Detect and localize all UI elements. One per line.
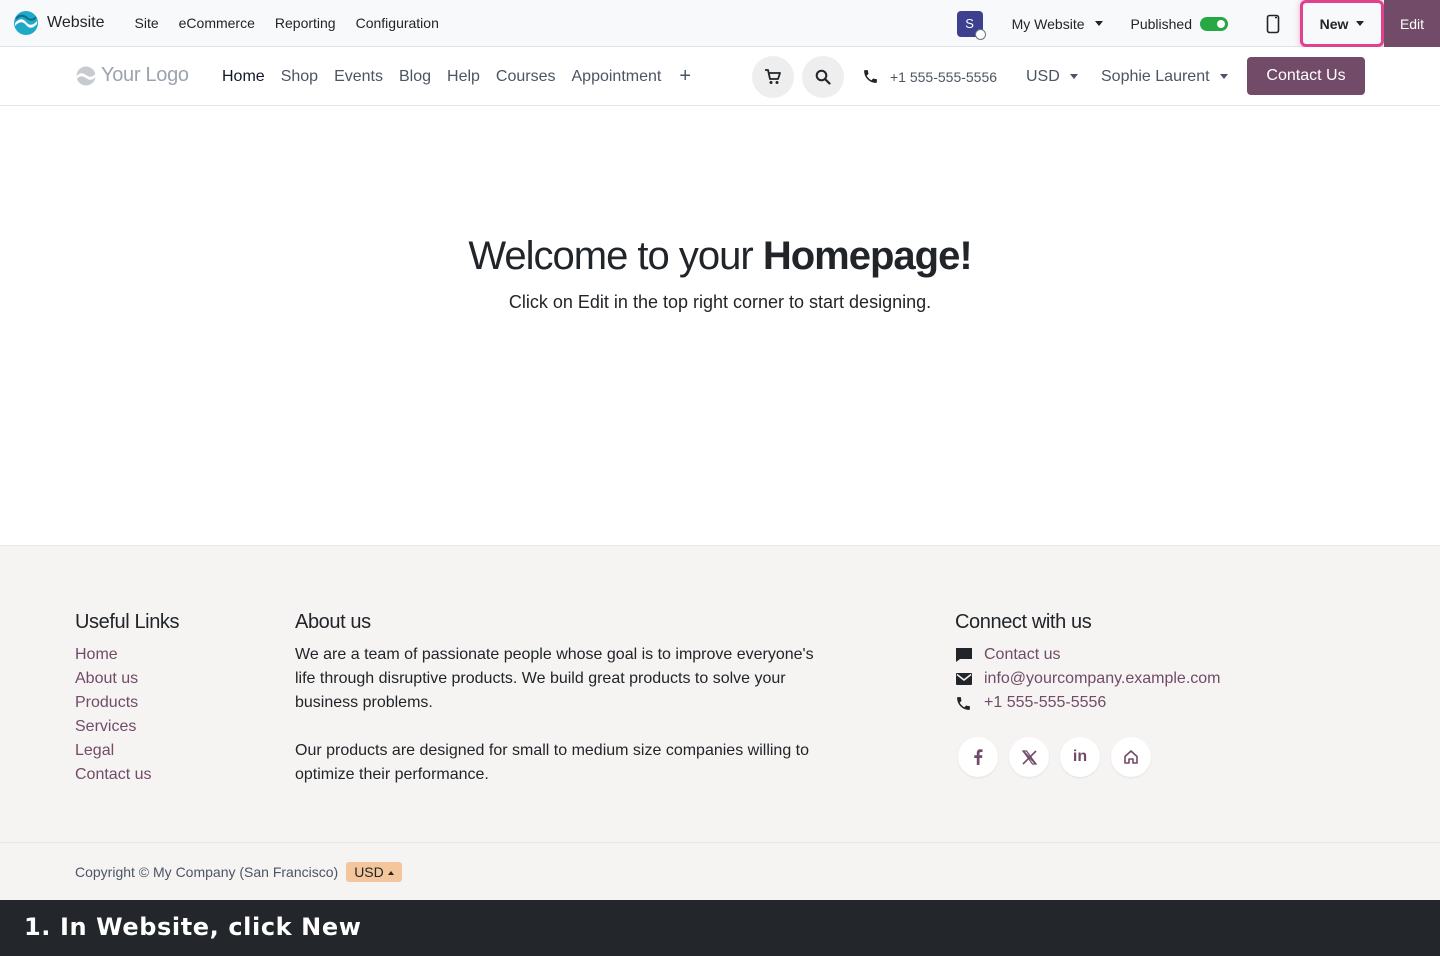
- main-nav: Home Shop Events Blog Help Courses Appoi…: [222, 47, 707, 106]
- currency-badge-label: USD: [354, 864, 384, 880]
- footer-link-products[interactable]: Products: [75, 691, 179, 715]
- website-app-icon: [14, 11, 38, 35]
- menu-ecommerce[interactable]: eCommerce: [169, 15, 265, 31]
- user-menu[interactable]: Sophie Laurent: [1101, 47, 1228, 106]
- add-menu-item-icon[interactable]: +: [679, 65, 691, 88]
- about-title: About us: [295, 611, 371, 633]
- hero-title-plain: Welcome to your: [468, 234, 763, 278]
- user-avatar[interactable]: S: [956, 10, 986, 40]
- connect-phone[interactable]: +1 555-555-5556: [955, 691, 1221, 715]
- phone-icon: [955, 695, 975, 712]
- nav-appointment[interactable]: Appointment: [572, 68, 662, 86]
- nav-help[interactable]: Help: [447, 68, 480, 86]
- copyright-bar: Copyright © My Company (San Francisco) U…: [0, 842, 1440, 900]
- menu-reporting[interactable]: Reporting: [265, 15, 346, 31]
- connect-contact-text: Contact us: [984, 646, 1061, 663]
- published-label: Published: [1130, 15, 1193, 32]
- contact-us-button[interactable]: Contact Us: [1247, 57, 1365, 95]
- menu-configuration[interactable]: Configuration: [346, 15, 449, 31]
- logo-icon: [76, 66, 96, 85]
- connect-contact[interactable]: Contact us: [955, 643, 1221, 667]
- chevron-down-icon: [1356, 21, 1365, 26]
- header-phone-text: +1 555-555-5556: [890, 68, 998, 85]
- linkedin-glyph: in: [1072, 748, 1088, 765]
- site-logo[interactable]: Your Logo: [75, 64, 189, 87]
- useful-links-column: Useful Links Home About us Products Serv…: [75, 611, 180, 787]
- hero-title: Welcome to your Homepage!: [0, 234, 1440, 279]
- menu-site[interactable]: Site: [125, 15, 169, 31]
- chevron-down-icon: [1069, 74, 1078, 79]
- currency-selector[interactable]: USD: [1026, 47, 1078, 106]
- about-paragraph-1: We are a team of passionate people whose…: [295, 646, 814, 711]
- facebook-icon[interactable]: [958, 737, 998, 777]
- phone-icon: [864, 70, 877, 83]
- copyright-text: Copyright © My Company (San Francisco): [75, 864, 339, 880]
- chevron-up-icon: [387, 871, 394, 876]
- site-footer: Useful Links Home About us Products Serv…: [0, 545, 1440, 842]
- footer-link-legal[interactable]: Legal: [75, 739, 179, 763]
- search-icon: [815, 69, 831, 85]
- header-phone[interactable]: +1 555-555-5556: [862, 47, 997, 106]
- footer-link-home[interactable]: Home: [75, 643, 179, 667]
- new-button-label: New: [1319, 15, 1349, 32]
- app-title: Website: [47, 14, 105, 31]
- currency-badge[interactable]: USD: [346, 862, 402, 882]
- comment-icon: [955, 647, 975, 663]
- logo-text: Your Logo: [101, 64, 189, 86]
- cart-icon: [765, 69, 781, 84]
- cart-button[interactable]: [752, 56, 794, 98]
- user-name: Sophie Laurent: [1101, 67, 1210, 85]
- admin-menu: Site eCommerce Reporting Configuration: [125, 15, 449, 31]
- search-button[interactable]: [802, 56, 844, 98]
- connect-email[interactable]: info@yourcompany.example.com: [955, 667, 1221, 691]
- chevron-down-icon: [1094, 21, 1103, 26]
- nav-courses[interactable]: Courses: [496, 68, 556, 86]
- currency-label: USD: [1026, 67, 1060, 85]
- hero-subtitle: Click on Edit in the top right corner to…: [508, 292, 932, 312]
- nav-shop[interactable]: Shop: [281, 68, 318, 86]
- site-header: Your Logo Home Shop Events Blog Help Cou…: [0, 47, 1440, 106]
- home-icon[interactable]: [1111, 737, 1151, 777]
- hero-section: Welcome to your Homepage! Click on Edit …: [0, 106, 1440, 546]
- website-selector[interactable]: My Website: [1012, 16, 1103, 32]
- mobile-preview-icon[interactable]: [1266, 14, 1280, 34]
- app-brand[interactable]: Website: [13, 10, 105, 36]
- nav-events[interactable]: Events: [334, 68, 383, 86]
- connect-column: Connect with us Contact us info@yourcomp…: [955, 611, 1221, 777]
- x-twitter-icon[interactable]: [1009, 737, 1049, 777]
- about-paragraph-2: Our products are designed for small to m…: [295, 742, 810, 783]
- linkedin-icon[interactable]: in: [1060, 737, 1100, 777]
- envelope-icon: [955, 672, 975, 686]
- nav-blog[interactable]: Blog: [399, 68, 431, 86]
- footer-link-contact[interactable]: Contact us: [75, 763, 179, 787]
- website-selector-label: My Website: [1011, 15, 1085, 32]
- footer-link-services[interactable]: Services: [75, 715, 179, 739]
- chevron-down-icon: [1219, 74, 1228, 79]
- tutorial-caption: 1. In Website, click New: [24, 913, 362, 941]
- footer-link-about[interactable]: About us: [75, 667, 179, 691]
- tutorial-caption-bar: 1. In Website, click New: [0, 900, 1440, 956]
- connect-title: Connect with us: [955, 611, 1092, 633]
- social-links: in: [955, 737, 1221, 777]
- connect-email-text: info@yourcompany.example.com: [984, 670, 1221, 687]
- copyright: Copyright © My Company (San Francisco) U…: [75, 862, 402, 882]
- about-column: About us We are a team of passionate peo…: [295, 611, 835, 787]
- connect-phone-text: +1 555-555-5556: [984, 694, 1107, 711]
- admin-navbar: Website Site eCommerce Reporting Configu…: [0, 0, 1440, 47]
- edit-button[interactable]: Edit: [1384, 0, 1440, 47]
- published-toggle[interactable]: [1200, 16, 1228, 31]
- nav-home[interactable]: Home: [222, 68, 265, 86]
- new-button[interactable]: New: [1300, 0, 1384, 47]
- hero-title-bold: Homepage!: [762, 234, 973, 278]
- published-toggle-group[interactable]: Published: [1130, 15, 1228, 32]
- admin-right-group: S My Website Published New Edit: [956, 0, 1440, 47]
- useful-links-title: Useful Links: [75, 611, 180, 633]
